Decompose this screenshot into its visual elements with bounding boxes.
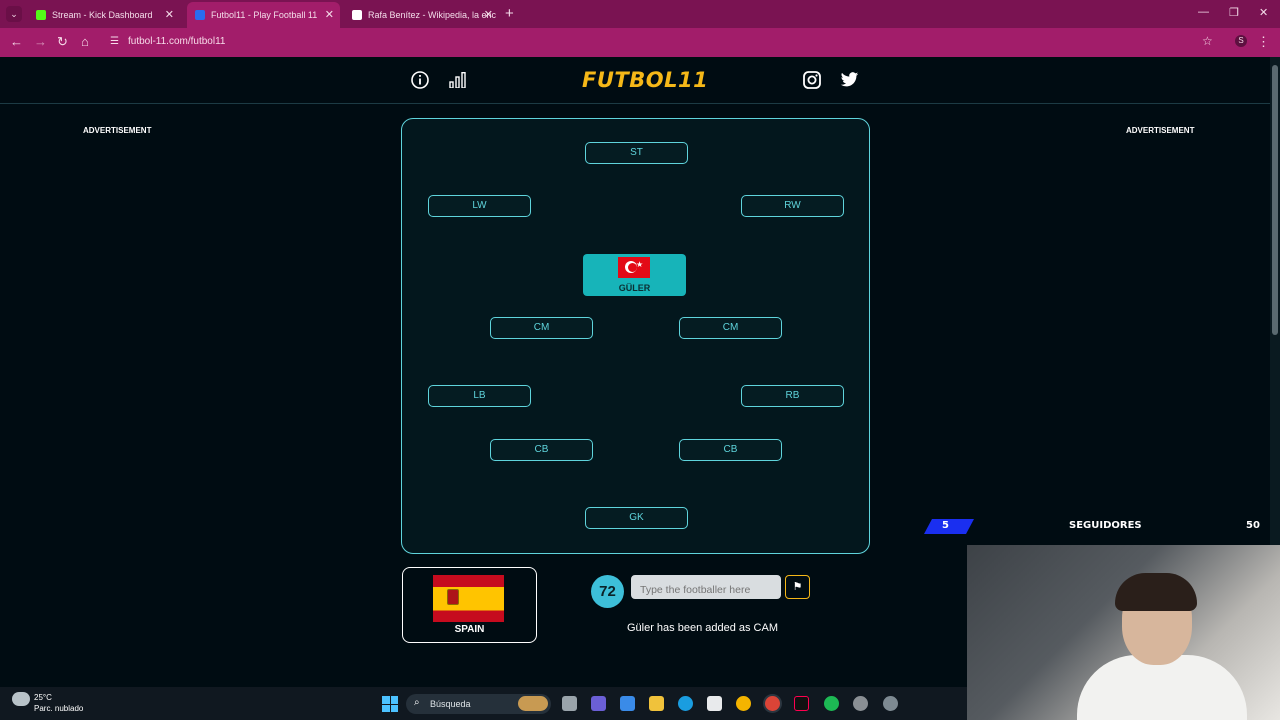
close-tab-icon[interactable]: ✕ xyxy=(484,8,493,21)
slot-st[interactable]: ST xyxy=(585,142,688,164)
home-icon[interactable]: ⌂ xyxy=(81,34,89,49)
slot-rw[interactable]: RW xyxy=(741,195,844,217)
slot-cam-filled[interactable]: ★ GÜLER xyxy=(583,254,686,296)
followers-label: SEGUIDORES xyxy=(1069,520,1142,531)
windows-start-icon[interactable] xyxy=(382,696,398,712)
slot-lb[interactable]: LB xyxy=(428,385,531,407)
futbol11-favicon-icon xyxy=(195,10,205,20)
task-view-icon[interactable] xyxy=(562,696,577,711)
tiktok-icon[interactable] xyxy=(794,696,809,711)
tab-wikipedia[interactable]: Rafa Benítez - Wikipedia, la enc ✕ xyxy=(344,2,499,28)
turkey-flag-icon: ★ xyxy=(618,257,650,278)
footballer-search-input[interactable] xyxy=(631,575,781,599)
wikipedia-favicon-icon xyxy=(352,10,362,20)
twitter-icon[interactable] xyxy=(840,72,859,88)
close-tab-icon[interactable]: ✕ xyxy=(325,8,334,21)
slot-cb-right[interactable]: CB xyxy=(679,439,782,461)
weather-temperature[interactable]: 25°C xyxy=(34,693,52,702)
nation-name: SPAIN xyxy=(454,624,485,635)
search-icon: ⌕ xyxy=(414,697,420,708)
back-icon[interactable]: ← xyxy=(10,34,23,49)
followers-goal: 50 xyxy=(1246,520,1260,531)
advertisement-left: ADVERTISEMENT xyxy=(83,126,152,135)
status-message: Güler has been added as CAM xyxy=(626,622,779,634)
chat-app-icon[interactable] xyxy=(591,696,606,711)
instagram-icon[interactable] xyxy=(803,71,821,89)
copilot-icon[interactable] xyxy=(620,696,635,711)
settings-gear-icon[interactable] xyxy=(883,696,898,711)
nation-card: SPAIN xyxy=(402,567,537,643)
stats-icon[interactable] xyxy=(449,72,466,88)
browser-tab-strip: ⌄ Stream - Kick Dashboard ✕ Futbol11 - P… xyxy=(0,0,1280,28)
give-up-flag-button[interactable]: ⚑ xyxy=(785,575,810,599)
restore-icon[interactable]: ❐ xyxy=(1229,6,1239,19)
weather-description[interactable]: Parc. nublado xyxy=(34,704,83,713)
site-info-icon[interactable]: ☰ xyxy=(110,36,119,47)
minimize-icon[interactable]: — xyxy=(1198,6,1209,18)
weather-cloud-icon[interactable] xyxy=(12,692,30,706)
browser-toolbar: ← → ↻ ⌂ ☰ futbol-11.com/futbol11 ☆ ⋮ xyxy=(0,28,1280,57)
tab-search-icon[interactable]: ⌄ xyxy=(6,6,22,22)
search-highlight-icon[interactable] xyxy=(518,696,548,711)
spotify-icon[interactable] xyxy=(824,696,839,711)
reload-icon[interactable]: ↻ xyxy=(57,34,68,50)
tab-label: Stream - Kick Dashboard xyxy=(52,10,153,20)
bookmark-star-icon[interactable]: ☆ xyxy=(1202,34,1213,48)
menu-icon[interactable]: ⋮ xyxy=(1257,34,1270,50)
score-badge: 72 xyxy=(591,575,624,608)
tab-kick-dashboard[interactable]: Stream - Kick Dashboard ✕ xyxy=(28,2,180,28)
info-icon[interactable] xyxy=(411,71,429,89)
slot-lw[interactable]: LW xyxy=(428,195,531,217)
forward-icon[interactable]: → xyxy=(34,34,47,49)
scrollbar-thumb[interactable] xyxy=(1272,65,1278,335)
follower-goal-bar: 5 SEGUIDORES 50 xyxy=(924,519,1272,534)
player-name: GÜLER xyxy=(618,283,651,293)
formation-pitch xyxy=(401,118,870,554)
tab-label: Futbol11 - Play Football 11 xyxy=(211,10,318,20)
webcam-overlay xyxy=(967,545,1280,720)
slot-cm-left[interactable]: CM xyxy=(490,317,593,339)
chrome-icon[interactable] xyxy=(765,696,780,711)
tab-futbol11[interactable]: Futbol11 - Play Football 11 ✕ xyxy=(187,2,340,28)
slot-cb-left[interactable]: CB xyxy=(490,439,593,461)
kick-favicon-icon xyxy=(36,10,46,20)
advertisement-right: ADVERTISEMENT xyxy=(1126,126,1195,135)
address-bar[interactable]: futbol-11.com/futbol11 xyxy=(128,36,225,47)
profile-avatar[interactable]: S xyxy=(1235,35,1247,47)
file-explorer-icon[interactable] xyxy=(649,696,664,711)
close-tab-icon[interactable]: ✕ xyxy=(165,8,174,21)
app-icon[interactable] xyxy=(853,696,868,711)
store-icon[interactable] xyxy=(707,696,722,711)
close-window-icon[interactable]: ✕ xyxy=(1259,6,1268,19)
slot-rb[interactable]: RB xyxy=(741,385,844,407)
edge-icon[interactable] xyxy=(678,696,693,711)
follower-progress-fill xyxy=(924,519,974,534)
site-logo[interactable]: FUTBOL11 xyxy=(582,68,708,92)
slot-cm-right[interactable]: CM xyxy=(679,317,782,339)
followers-current: 5 xyxy=(942,520,949,531)
new-tab-icon[interactable]: + xyxy=(505,5,514,22)
slot-gk[interactable]: GK xyxy=(585,507,688,529)
taskbar-search-label: Búsqueda xyxy=(430,699,471,709)
browser-app-icon[interactable] xyxy=(736,696,751,711)
spain-flag-icon xyxy=(433,575,504,622)
tab-label: Rafa Benítez - Wikipedia, la enc xyxy=(368,10,497,20)
